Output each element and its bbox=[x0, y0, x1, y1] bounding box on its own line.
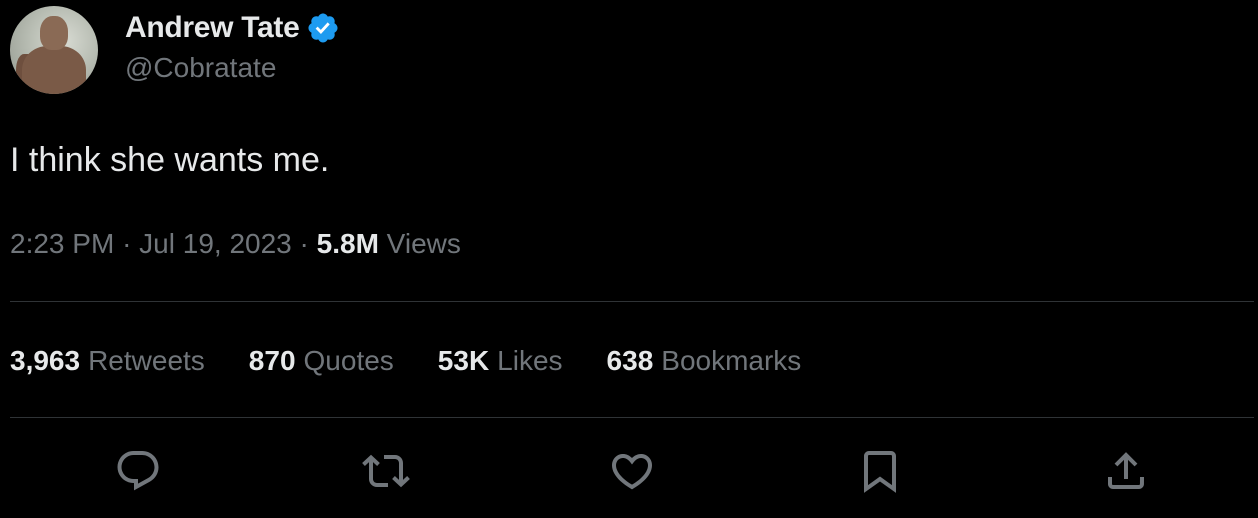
meta-separator: · bbox=[122, 228, 132, 259]
stat-quotes[interactable]: 870 Quotes bbox=[249, 343, 394, 379]
tweet-time[interactable]: 2:23 PM bbox=[10, 228, 114, 259]
stat-count: 870 bbox=[248, 345, 296, 376]
stat-count: 638 bbox=[606, 345, 654, 376]
stat-count: 53K bbox=[437, 345, 490, 376]
display-name-row: Andrew Tate bbox=[125, 10, 340, 46]
verified-badge-icon[interactable] bbox=[306, 11, 340, 45]
reply-button[interactable] bbox=[114, 447, 162, 495]
avatar-body-shape bbox=[22, 46, 86, 94]
like-icon bbox=[611, 454, 653, 490]
stat-label: Likes bbox=[497, 345, 563, 376]
reply-icon bbox=[117, 451, 159, 491]
bookmark-button[interactable] bbox=[856, 447, 904, 495]
share-icon bbox=[1108, 452, 1144, 489]
stat-label: Quotes bbox=[303, 345, 394, 376]
stat-likes[interactable]: 53K Likes bbox=[438, 343, 563, 379]
tweet-header: Andrew Tate @Cobratate bbox=[10, 6, 340, 96]
tweet-date[interactable]: Jul 19, 2023 bbox=[139, 228, 292, 259]
views-count: 5.8M bbox=[316, 228, 379, 259]
stat-label: Retweets bbox=[88, 345, 205, 376]
stat-label: Bookmarks bbox=[661, 345, 802, 376]
bookmark-icon bbox=[864, 451, 896, 493]
action-bar bbox=[0, 447, 1258, 495]
views-label: Views bbox=[386, 228, 461, 259]
display-name[interactable]: Andrew Tate bbox=[125, 11, 300, 45]
divider bbox=[10, 301, 1254, 302]
share-button[interactable] bbox=[1102, 447, 1150, 495]
avatar[interactable] bbox=[10, 6, 98, 94]
divider bbox=[10, 417, 1254, 418]
stat-bookmarks[interactable]: 638 Bookmarks bbox=[607, 343, 802, 379]
like-button[interactable] bbox=[608, 447, 656, 495]
retweet-icon bbox=[362, 454, 410, 488]
stat-retweets[interactable]: 3,963 Retweets bbox=[10, 343, 205, 379]
tweet-text: I think she wants me. bbox=[10, 141, 330, 179]
author-handle[interactable]: @Cobratate bbox=[125, 52, 340, 84]
meta-separator: · bbox=[299, 228, 309, 259]
engagement-stats: 3,963 Retweets 870 Quotes 53K Likes 638 Book… bbox=[10, 343, 845, 379]
retweet-button[interactable] bbox=[362, 447, 410, 495]
author-names: Andrew Tate @Cobratate bbox=[125, 10, 340, 84]
stat-count: 3,963 bbox=[10, 345, 81, 376]
tweet-meta: 2:23 PM · Jul 19, 2023 · 5.8M Views bbox=[10, 226, 461, 262]
avatar-head-shape bbox=[40, 16, 68, 50]
